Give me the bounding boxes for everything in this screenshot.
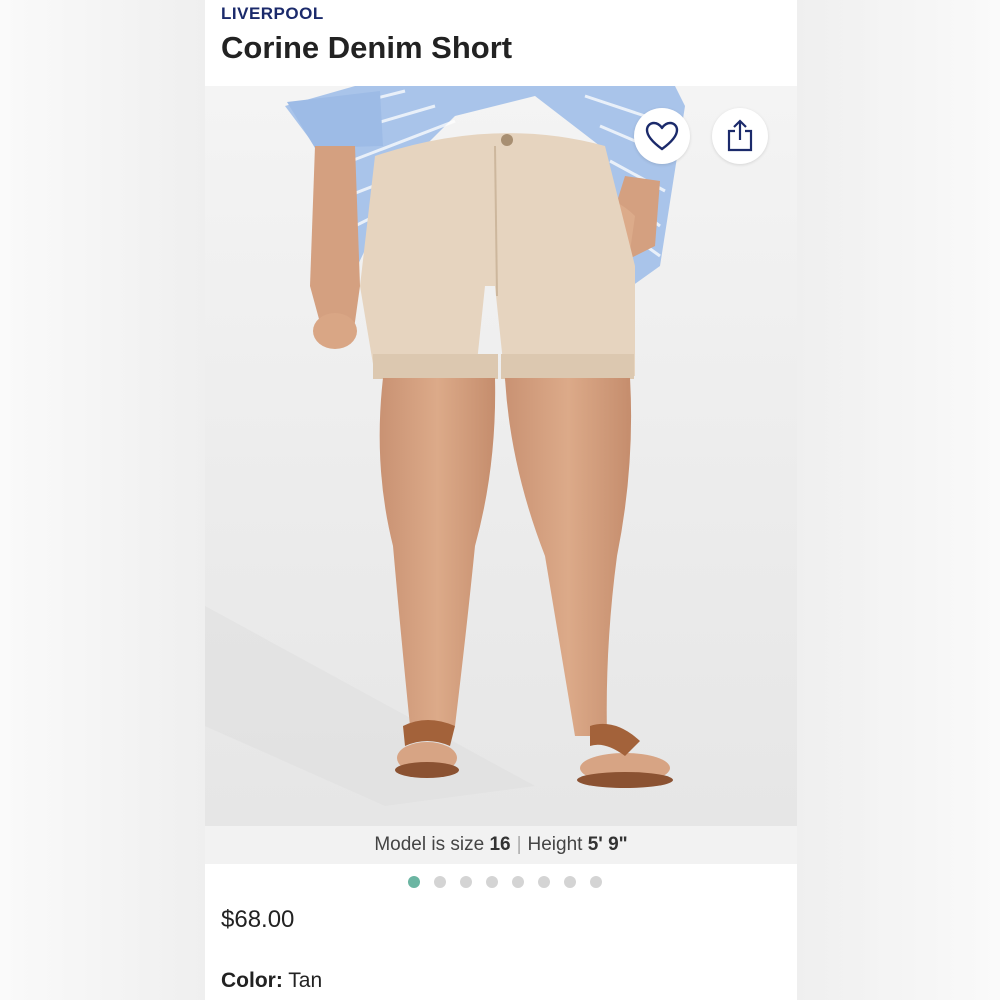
product-image-gallery[interactable]	[205, 86, 797, 826]
gallery-dot-2[interactable]	[434, 876, 446, 888]
brand-name[interactable]: LIVERPOOL	[221, 4, 324, 24]
background-left	[0, 0, 205, 1000]
product-photo	[205, 86, 685, 806]
color-selection: Color: Tan	[221, 969, 322, 993]
product-price: $68.00	[221, 906, 295, 933]
model-size-prefix: Model is size	[374, 834, 485, 855]
gallery-dot-1[interactable]	[408, 876, 420, 888]
gallery-pagination	[205, 876, 797, 890]
caption-separator: |	[516, 834, 522, 855]
model-info-caption: Model is size 16 | Height 5' 9"	[205, 826, 797, 864]
model-size-value: 16	[489, 834, 511, 855]
gallery-dot-4[interactable]	[486, 876, 498, 888]
model-height-prefix: Height	[527, 834, 583, 855]
product-title: Corine Denim Short	[221, 30, 513, 65]
gallery-dot-6[interactable]	[538, 876, 550, 888]
heart-icon	[645, 121, 679, 151]
color-value: Tan	[288, 969, 323, 992]
model-height-value: 5' 9"	[587, 834, 628, 855]
color-label: Color:	[221, 969, 283, 992]
gallery-dot-5[interactable]	[512, 876, 524, 888]
share-button[interactable]	[712, 108, 768, 164]
gallery-dot-7[interactable]	[564, 876, 576, 888]
gallery-dot-8[interactable]	[590, 876, 602, 888]
favorite-button[interactable]	[634, 108, 690, 164]
background-right	[797, 0, 1000, 1000]
share-icon	[727, 119, 753, 152]
product-page: LIVERPOOL Corine Denim Short Model is si…	[205, 0, 797, 1000]
gallery-dot-3[interactable]	[460, 876, 472, 888]
